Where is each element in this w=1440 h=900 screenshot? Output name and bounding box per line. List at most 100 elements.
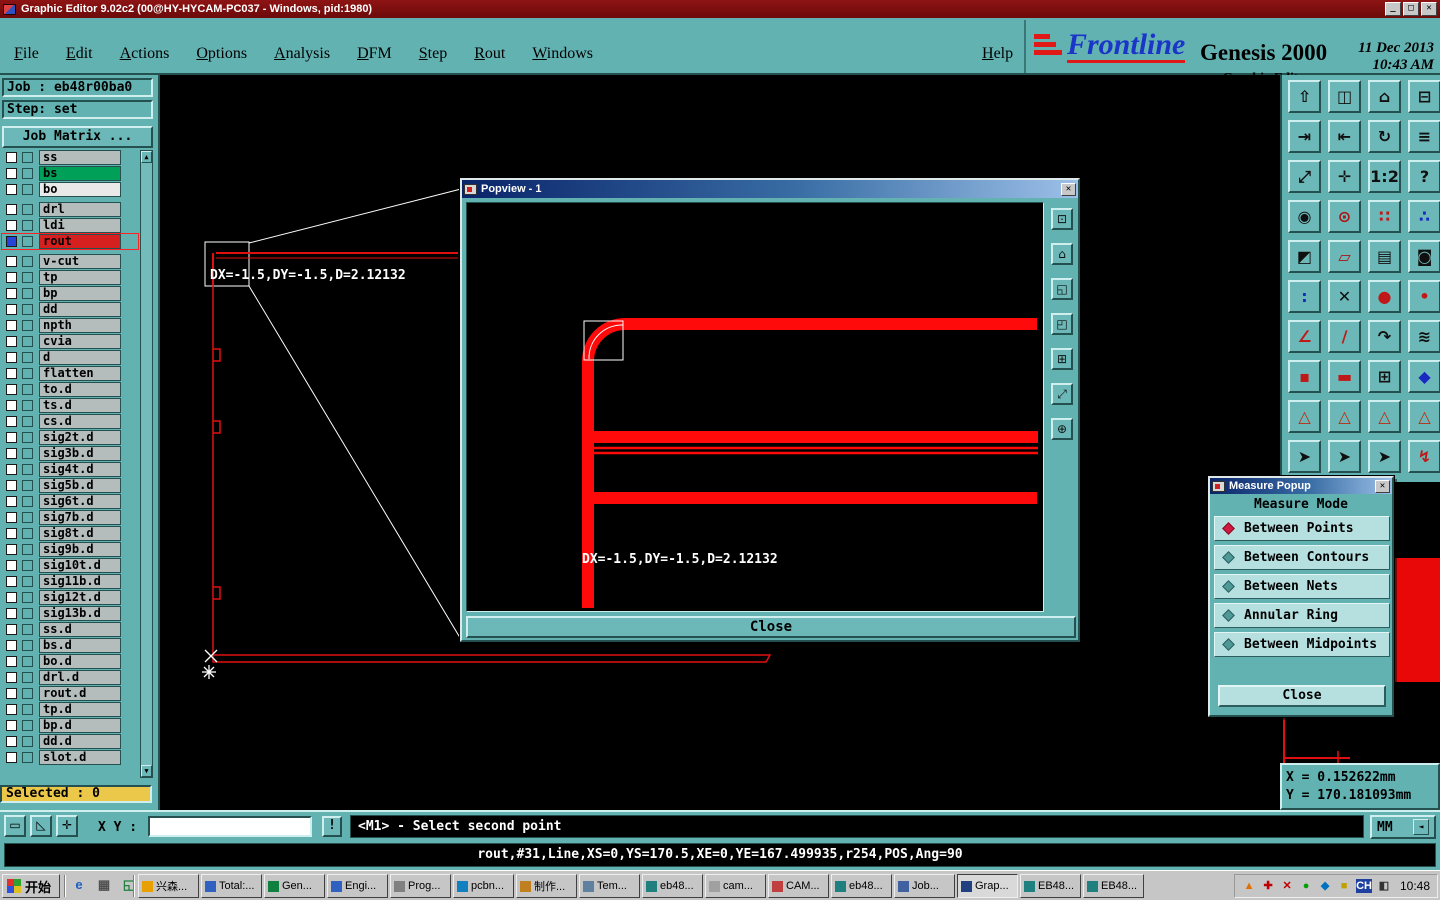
toolbar-button[interactable]: ⇧ xyxy=(1288,80,1321,113)
layer-context-checkbox[interactable] xyxy=(22,256,33,267)
layer-name-button[interactable]: bp xyxy=(39,286,121,301)
layer-context-checkbox[interactable] xyxy=(22,352,33,363)
toolbar-button[interactable]: △ xyxy=(1288,400,1321,433)
layer-name-button[interactable]: rout.d xyxy=(39,686,121,701)
toolbar-button[interactable]: ➤ xyxy=(1328,440,1361,473)
layer-context-checkbox[interactable] xyxy=(22,448,33,459)
layer-context-checkbox[interactable] xyxy=(22,384,33,395)
layer-name-button[interactable]: dd.d xyxy=(39,734,121,749)
layer-visibility-checkbox[interactable] xyxy=(6,640,17,651)
toolbar-button[interactable]: ∷ xyxy=(1368,200,1401,233)
task-button[interactable]: CAM... xyxy=(768,874,829,898)
layer-visibility-checkbox[interactable] xyxy=(6,416,17,427)
popview-tool-button[interactable]: ◰ xyxy=(1051,313,1073,335)
popview-close-icon[interactable]: ✕ xyxy=(1061,182,1076,196)
popview-titlebar[interactable]: Popview - 1 ✕ xyxy=(462,180,1078,198)
layer-name-button[interactable]: bo xyxy=(39,182,121,197)
layer-visibility-checkbox[interactable] xyxy=(6,288,17,299)
toolbar-button[interactable]: ⤢ xyxy=(1288,160,1321,193)
menu-item[interactable]: Edit xyxy=(66,45,93,63)
layer-name-button[interactable]: bs.d xyxy=(39,638,121,653)
layer-name-button[interactable]: ldi xyxy=(39,218,121,233)
task-button[interactable]: EB48... xyxy=(1083,874,1144,898)
toolbar-button[interactable]: ⇥ xyxy=(1288,120,1321,153)
toolbar-button[interactable]: △ xyxy=(1328,400,1361,433)
layer-context-checkbox[interactable] xyxy=(22,576,33,587)
popview-close-button[interactable]: Close xyxy=(466,616,1076,638)
layer-name-button[interactable]: sig6t.d xyxy=(39,494,121,509)
layer-context-checkbox[interactable] xyxy=(22,304,33,315)
popview-tool-button[interactable]: ⌂ xyxy=(1051,243,1073,265)
layer-visibility-checkbox[interactable] xyxy=(6,220,17,231)
layer-context-checkbox[interactable] xyxy=(22,720,33,731)
quick-launch-icon[interactable]: e xyxy=(70,876,88,894)
layer-visibility-checkbox[interactable] xyxy=(6,448,17,459)
layer-name-button[interactable]: sig11b.d xyxy=(39,574,121,589)
toolbar-button[interactable]: ↻ xyxy=(1368,120,1401,153)
xy-input[interactable] xyxy=(148,816,312,837)
layer-context-checkbox[interactable] xyxy=(22,672,33,683)
layer-name-button[interactable]: to.d xyxy=(39,382,121,397)
layer-visibility-checkbox[interactable] xyxy=(6,272,17,283)
layer-name-button[interactable]: bo.d xyxy=(39,654,121,669)
task-button[interactable]: Engi... xyxy=(327,874,388,898)
layer-context-checkbox[interactable] xyxy=(22,464,33,475)
units-button[interactable]: MM ◄ xyxy=(1370,815,1436,839)
toolbar-button[interactable]: ➤ xyxy=(1368,440,1401,473)
layer-context-checkbox[interactable] xyxy=(22,416,33,427)
tray-icon[interactable]: ■ xyxy=(1337,879,1351,893)
toolbar-button[interactable]: ➤ xyxy=(1288,440,1321,473)
layer-name-button[interactable]: sig10t.d xyxy=(39,558,121,573)
layer-name-button[interactable]: cvia xyxy=(39,334,121,349)
toolbar-button[interactable]: ▱ xyxy=(1328,240,1361,273)
toolbar-button[interactable]: ≋ xyxy=(1408,320,1440,353)
toolbar-button[interactable]: ◩ xyxy=(1288,240,1321,273)
layer-visibility-checkbox[interactable] xyxy=(6,480,17,491)
toolbar-button[interactable]: ⊟ xyxy=(1408,80,1440,113)
layer-list-scrollbar[interactable]: ▲ ▼ xyxy=(140,150,153,778)
toolbar-button[interactable]: ⊞ xyxy=(1368,360,1401,393)
layer-name-button[interactable]: ts.d xyxy=(39,398,121,413)
layer-context-checkbox[interactable] xyxy=(22,624,33,635)
task-button[interactable]: EB48... xyxy=(1020,874,1081,898)
layer-visibility-checkbox[interactable] xyxy=(6,512,17,523)
layer-name-button[interactable]: drl.d xyxy=(39,670,121,685)
layer-name-button[interactable]: flatten xyxy=(39,366,121,381)
measure-option[interactable]: Between Points xyxy=(1214,516,1390,541)
layer-name-button[interactable]: ss xyxy=(39,150,121,165)
toolbar-button[interactable]: ∕ xyxy=(1328,320,1361,353)
layer-visibility-checkbox[interactable] xyxy=(6,204,17,215)
layer-context-checkbox[interactable] xyxy=(22,272,33,283)
toolbar-button[interactable]: ✛ xyxy=(1328,160,1361,193)
layer-visibility-checkbox[interactable] xyxy=(6,592,17,603)
measure-option[interactable]: Between Contours xyxy=(1214,545,1390,570)
measure-popup-close-button[interactable]: Close xyxy=(1218,685,1386,707)
quick-launch-icon[interactable]: ▦ xyxy=(95,876,113,894)
scroll-down-icon[interactable]: ▼ xyxy=(141,765,152,777)
measure-popup-close-icon[interactable]: ✕ xyxy=(1375,479,1390,493)
popview-tool-button[interactable]: ⤢ xyxy=(1051,383,1073,405)
layer-context-checkbox[interactable] xyxy=(22,204,33,215)
layer-visibility-checkbox[interactable] xyxy=(6,236,17,247)
layer-name-button[interactable]: sig8t.d xyxy=(39,526,121,541)
layer-name-button[interactable]: cs.d xyxy=(39,414,121,429)
scroll-up-icon[interactable]: ▲ xyxy=(141,151,152,163)
measure-option[interactable]: Between Nets xyxy=(1214,574,1390,599)
layer-visibility-checkbox[interactable] xyxy=(6,688,17,699)
layer-name-button[interactable]: v-cut xyxy=(39,254,121,269)
layer-context-checkbox[interactable] xyxy=(22,656,33,667)
layer-name-button[interactable]: sig3b.d xyxy=(39,446,121,461)
task-button[interactable]: Total:... xyxy=(201,874,262,898)
tray-icon[interactable]: ◧ xyxy=(1377,879,1391,893)
menu-item[interactable]: DFM xyxy=(357,45,392,63)
layer-context-checkbox[interactable] xyxy=(22,736,33,747)
popview-tool-button[interactable]: ⊕ xyxy=(1051,418,1073,440)
layer-visibility-checkbox[interactable] xyxy=(6,320,17,331)
layer-name-button[interactable]: sig4t.d xyxy=(39,462,121,477)
menu-item[interactable]: Step xyxy=(419,45,447,63)
toolbar-button[interactable]: ↯ xyxy=(1408,440,1440,473)
layer-context-checkbox[interactable] xyxy=(22,220,33,231)
close-button[interactable]: ✕ xyxy=(1421,2,1437,16)
task-button[interactable]: pcbn... xyxy=(453,874,514,898)
popview-tool-button[interactable]: ⊡ xyxy=(1051,208,1073,230)
